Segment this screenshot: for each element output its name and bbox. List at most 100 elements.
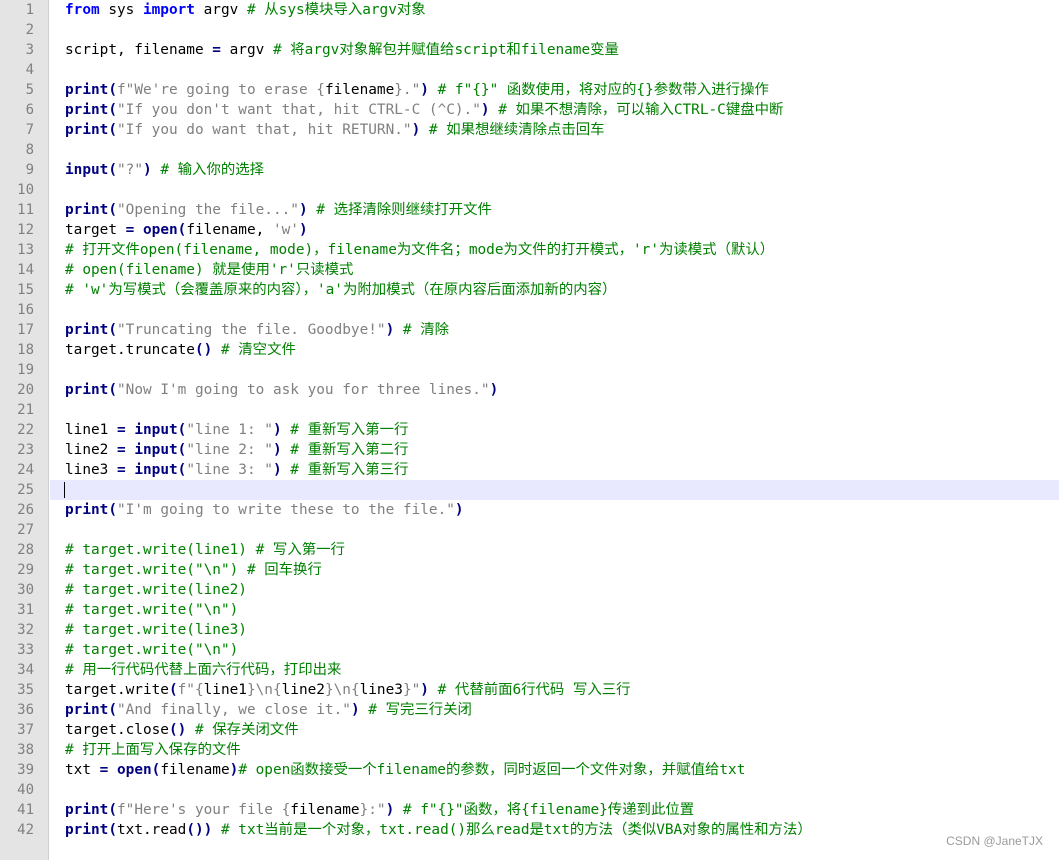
comment-token: # 清除 xyxy=(394,322,450,338)
code-line[interactable]: 24 line3 = input("line 3: ") # 重新写入第三行 xyxy=(17,460,1059,480)
builtin-token: print xyxy=(65,122,109,138)
operator-token: () xyxy=(168,722,187,738)
code-line[interactable]: 41 print(f"Here's your file {filename}:")… xyxy=(17,800,1059,820)
code-text: # target.write("\n") xyxy=(65,640,1055,660)
operator-token: ) xyxy=(229,762,239,778)
builtin-token: print xyxy=(65,502,109,518)
comment-token: # target.write("\n") xyxy=(65,642,239,658)
line-number: 27 xyxy=(17,522,34,538)
string-token: "If you do want that, hit RETURN." xyxy=(117,122,412,138)
operator-token: ) xyxy=(272,442,282,458)
operator-token: ( xyxy=(108,162,117,178)
identifier-token: sys xyxy=(99,2,143,18)
comment-token: # target.write(line3) xyxy=(65,622,247,638)
builtin-token: input xyxy=(134,422,178,438)
line-number: 14 xyxy=(17,262,34,278)
comment-token: # target.write(line2) xyxy=(65,582,247,598)
code-line[interactable]: 36 print("And finally, we close it.") # 写… xyxy=(17,700,1059,720)
code-line[interactable]: 34 # 用一行代码代替上面六行代码，打印出来 xyxy=(17,660,1059,680)
operator-token: ()) xyxy=(186,822,213,838)
code-line[interactable]: 26 print("I'm going to write these to the… xyxy=(17,500,1059,520)
code-line[interactable]: 30 # target.write(line2) xyxy=(17,580,1059,600)
line-number: 33 xyxy=(17,642,34,658)
code-line[interactable]: 21 xyxy=(17,400,1059,420)
line-number: 5 xyxy=(25,82,34,98)
string-token: "And finally, we close it." xyxy=(117,702,351,718)
code-line[interactable]: 32 # target.write(line3) xyxy=(17,620,1059,640)
operator-token: ( xyxy=(168,682,178,698)
line-number: 37 xyxy=(17,722,34,738)
code-editor[interactable]: 1 from sys import argv # 从sys模块导入argv对象 2 3… xyxy=(0,0,1059,860)
code-text: # target.write(line2) xyxy=(65,580,1055,600)
code-line[interactable]: 15 # 'w'为写模式（会覆盖原来的内容），'a'为附加模式（在原内容后面添加新… xyxy=(17,280,1059,300)
code-line[interactable]: 1 from sys import argv # 从sys模块导入argv对象 xyxy=(26,0,1059,20)
code-line[interactable]: 18 target.truncate() # 清空文件 xyxy=(17,340,1059,360)
code-line[interactable]: 5 print(f"We're going to erase {filename}… xyxy=(26,80,1059,100)
operator-token: ( xyxy=(108,122,117,138)
code-line[interactable]: 3 script, filename = argv # 将argv对象解包并赋值给… xyxy=(26,40,1059,60)
line-number: 20 xyxy=(17,382,34,398)
comment-token: # 将argv对象解包并赋值给script和filename变量 xyxy=(272,42,619,58)
code-line[interactable]: 38 # 打开上面写入保存的文件 xyxy=(17,740,1059,760)
operator-token: = xyxy=(212,42,221,58)
identifier-token: line3 xyxy=(65,462,117,478)
code-line[interactable]: 10 xyxy=(17,180,1059,200)
code-line[interactable]: 16 xyxy=(17,300,1059,320)
code-text: print("Truncating the file. Goodbye!") #… xyxy=(65,320,1055,340)
identifier-token xyxy=(134,222,143,238)
comment-token: # 重新写入第三行 xyxy=(281,462,409,478)
code-line[interactable]: 7 print("If you do want that, hit RETURN.… xyxy=(26,120,1059,140)
string-token: "line 1: " xyxy=(186,422,273,438)
code-line[interactable]: 20 print("Now I'm going to ask you for th… xyxy=(17,380,1059,400)
code-line[interactable]: 27 xyxy=(17,520,1059,540)
line-number: 8 xyxy=(25,142,34,158)
code-line[interactable]: 9 input("?") # 输入你的选择 xyxy=(26,160,1059,180)
code-line[interactable]: 12 target = open(filename, 'w') xyxy=(17,220,1059,240)
string-token: 'w' xyxy=(272,222,299,238)
code-line[interactable]: 8 xyxy=(26,140,1059,160)
code-line[interactable]: 42 print(txt.read()) # txt当前是一个对象，txt.rea… xyxy=(17,820,1059,840)
line-number: 21 xyxy=(17,402,34,418)
builtin-token: print xyxy=(65,102,109,118)
code-line[interactable]: 6 print("If you don't want that, hit CTRL… xyxy=(26,100,1059,120)
comment-token: # target.write("\n") xyxy=(65,602,239,618)
code-line[interactable]: 37 target.close() # 保存关闭文件 xyxy=(17,720,1059,740)
code-line[interactable]: 40 xyxy=(17,780,1059,800)
comment-token: # 选择清除则继续打开文件 xyxy=(307,202,492,218)
code-line[interactable]: 17 print("Truncating the file. Goodbye!")… xyxy=(17,320,1059,340)
line-number: 38 xyxy=(17,742,34,758)
code-line[interactable]: 23 line2 = input("line 2: ") # 重新写入第二行 xyxy=(17,440,1059,460)
code-area[interactable]: 1 from sys import argv # 从sys模块导入argv对象 2 3… xyxy=(17,0,1059,860)
code-text: # target.write("\n") xyxy=(65,600,1055,620)
code-line[interactable]: 4 xyxy=(26,60,1059,80)
code-line[interactable]: 39 txt = open(filename)# open函数接受一个filena… xyxy=(17,760,1059,780)
code-line[interactable]: 28 # target.write(line1) # 写入第一行 xyxy=(17,540,1059,560)
code-line[interactable]: 19 xyxy=(17,360,1059,380)
operator-token: ) xyxy=(298,222,308,238)
operator-token: ( xyxy=(108,802,117,818)
operator-token: ) xyxy=(411,122,421,138)
string-token: "Now I'm going to ask you for three line… xyxy=(117,382,490,398)
string-token: }" xyxy=(402,682,421,698)
line-number: 23 xyxy=(17,442,34,458)
code-line[interactable]: 11 print("Opening the file...") # 选择清除则继续… xyxy=(17,200,1059,220)
code-line[interactable]: 13 # 打开文件open(filename, mode)，filename为文件… xyxy=(17,240,1059,260)
code-line[interactable]: 35 target.write(f"{line1}\n{line2}\n{line… xyxy=(17,680,1059,700)
code-text: # target.write(line1) # 写入第一行 xyxy=(65,540,1055,560)
comment-token: # 清空文件 xyxy=(212,342,296,358)
code-line[interactable]: 14 # open(filename) 就是使用'r'只读模式 xyxy=(17,260,1059,280)
builtin-token: input xyxy=(134,462,178,478)
code-line[interactable]: 2 xyxy=(26,20,1059,40)
code-line[interactable]: 25 xyxy=(17,480,1059,500)
code-line[interactable]: 29 # target.write("\n") # 回车换行 xyxy=(17,560,1059,580)
code-line[interactable]: 33 # target.write("\n") xyxy=(17,640,1059,660)
identifier-token: line2 xyxy=(281,682,325,698)
line-number: 26 xyxy=(17,502,34,518)
builtin-token: open xyxy=(117,762,152,778)
code-text: target.write(f"{line1}\n{line2}\n{line3}… xyxy=(65,680,1055,700)
operator-token: ( xyxy=(108,382,117,398)
code-line[interactable]: 31 # target.write("\n") xyxy=(17,600,1059,620)
code-line[interactable]: 22 line1 = input("line 1: ") # 重新写入第一行 xyxy=(17,420,1059,440)
line-number: 4 xyxy=(25,62,34,78)
comment-token: # open(filename) 就是使用'r'只读模式 xyxy=(65,262,354,278)
